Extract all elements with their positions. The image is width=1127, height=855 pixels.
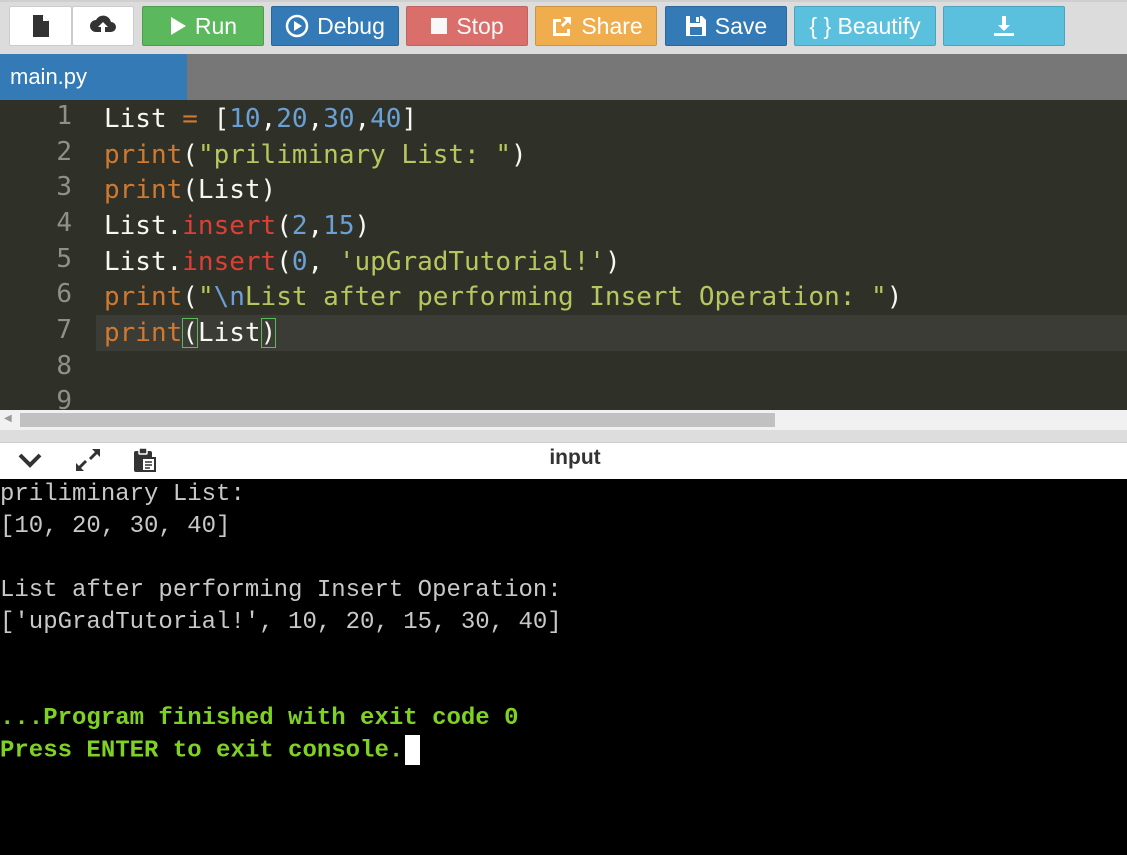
code-line-3: print(List) bbox=[104, 175, 277, 205]
line-number: 8 bbox=[56, 351, 72, 381]
toolbar: Run Debug Stop Share Save { } Beautify bbox=[0, 0, 1127, 54]
line-number-gutter: 1 2 3 4 5 6 7 8 9 bbox=[0, 100, 96, 410]
code-line-5: List.insert(0, 'upGradTutorial!') bbox=[104, 247, 621, 277]
code-line-1: List = [10,20,30,40] bbox=[104, 104, 418, 134]
console-header: input bbox=[0, 442, 1127, 479]
play-icon bbox=[169, 16, 187, 36]
debug-button[interactable]: Debug bbox=[271, 6, 399, 46]
save-label: Save bbox=[714, 12, 768, 39]
console-cursor bbox=[405, 735, 421, 765]
panel-splitter[interactable] bbox=[0, 430, 1127, 442]
save-icon bbox=[685, 15, 707, 37]
share-label: Share bbox=[581, 12, 643, 39]
stop-button[interactable]: Stop bbox=[406, 6, 528, 46]
output-line: [10, 20, 30, 40] bbox=[0, 513, 231, 540]
code-editor[interactable]: 1 2 3 4 5 6 7 8 9 List = [10,20,30,40] p… bbox=[0, 100, 1127, 410]
code-line-4: List.insert(2,15) bbox=[104, 211, 371, 241]
debug-label: Debug bbox=[317, 12, 385, 39]
line-number: 9 bbox=[56, 386, 72, 410]
beautify-button[interactable]: { } Beautify bbox=[794, 6, 936, 46]
output-line: ['upGradTutorial!', 10, 20, 15, 30, 40] bbox=[0, 609, 562, 636]
scrollbar-thumb[interactable] bbox=[20, 413, 775, 427]
code-line-6: print("\nList after performing Insert Op… bbox=[104, 282, 903, 312]
program-finished-line: ...Program finished with exit code 0 bbox=[0, 705, 519, 732]
line-number: 3 bbox=[56, 172, 72, 202]
line-number: 6 bbox=[56, 279, 72, 309]
tab-main-py[interactable]: main.py bbox=[0, 54, 187, 100]
stop-label: Stop bbox=[456, 12, 504, 39]
upload-button[interactable] bbox=[72, 6, 134, 46]
line-number: 2 bbox=[56, 137, 72, 167]
new-file-button[interactable] bbox=[9, 6, 72, 46]
run-button[interactable]: Run bbox=[142, 6, 264, 46]
line-number: 7 bbox=[56, 315, 72, 345]
stop-icon bbox=[430, 17, 448, 35]
scroll-left-icon[interactable]: ◀ bbox=[4, 413, 12, 424]
line-number: 4 bbox=[56, 208, 72, 238]
download-icon bbox=[992, 14, 1016, 38]
file-tab-bar: main.py bbox=[0, 54, 1127, 100]
save-button[interactable]: Save bbox=[665, 6, 787, 46]
share-icon bbox=[549, 15, 573, 37]
press-enter-text: Press ENTER to exit console. bbox=[0, 737, 404, 765]
line-number: 1 bbox=[56, 101, 72, 131]
code-line-7: print(List) bbox=[104, 318, 277, 348]
upload-icon bbox=[89, 14, 117, 38]
output-line: List after performing Insert Operation: bbox=[0, 577, 562, 604]
code-line-2: print("priliminary List: ") bbox=[104, 140, 527, 170]
console-output[interactable]: priliminary List: [10, 20, 30, 40] List … bbox=[0, 479, 1127, 855]
debug-icon bbox=[285, 14, 309, 38]
output-line: priliminary List: bbox=[0, 481, 245, 508]
press-enter-line: Press ENTER to exit console. bbox=[0, 735, 421, 767]
share-button[interactable]: Share bbox=[535, 6, 657, 46]
run-label: Run bbox=[194, 12, 238, 39]
download-button[interactable] bbox=[943, 6, 1065, 46]
line-number: 5 bbox=[56, 244, 72, 274]
beautify-label: { } Beautify bbox=[809, 12, 921, 39]
editor-horizontal-scrollbar[interactable]: ◀ bbox=[0, 410, 1127, 430]
new-file-icon bbox=[31, 14, 51, 38]
console-title: input bbox=[549, 446, 601, 469]
